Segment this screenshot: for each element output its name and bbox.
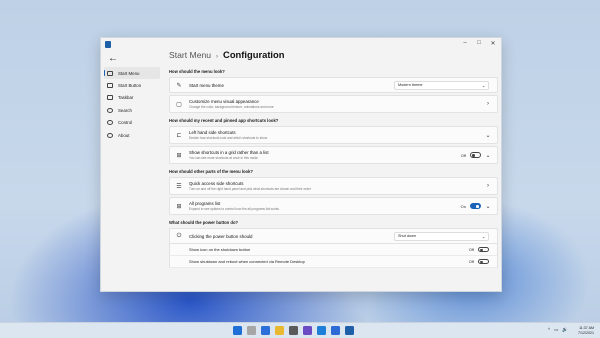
chevron-right-icon: ›	[487, 101, 489, 107]
taskbar: ^ ▭ 🔊 11:37 AM 7/12/2021	[0, 322, 600, 338]
left-hand-shortcuts-card[interactable]: ⊏ Left hand side shortcuts Decide how sho…	[169, 126, 498, 144]
remote-desktop-row: Show shutdown and reboot when connected …	[169, 256, 498, 268]
tray-chevron-icon[interactable]: ^	[548, 327, 550, 333]
quick-access-card[interactable]: ☰ Quick access side shortcuts Turn on and…	[169, 177, 498, 195]
main-content: Start Menu › Configuration How should th…	[169, 49, 498, 268]
section-heading-shortcuts: How should my recent and pinned app shor…	[169, 118, 279, 123]
power-action-dropdown[interactable]: Shut down ⌄	[394, 231, 489, 241]
chevron-down-icon: ⌄	[481, 83, 485, 88]
store-icon[interactable]	[331, 326, 340, 335]
pencil-icon: ✎	[176, 82, 182, 89]
card-title: Start menu theme	[189, 82, 224, 88]
chevron-right-icon: ›	[487, 183, 489, 189]
sidebar-nav: Start Menu Start Button Taskbar Search C…	[101, 67, 163, 141]
app-icon[interactable]	[345, 326, 354, 335]
chevron-down-icon[interactable]: ⌄	[484, 132, 492, 139]
start-button-icon[interactable]	[233, 326, 242, 335]
section-heading-other: How should other parts of the menu look?	[169, 169, 253, 174]
search-icon	[107, 107, 113, 113]
all-programs-toggle[interactable]	[470, 203, 481, 209]
start-menu-icon	[107, 70, 113, 76]
sidebar-item-search[interactable]: Search	[101, 104, 163, 116]
show-icon-row: Show icon on the shutdown button Off	[169, 244, 498, 256]
file-explorer-icon[interactable]	[275, 326, 284, 335]
clock[interactable]: 11:37 AM 7/12/2021	[578, 326, 594, 336]
network-icon[interactable]: ▭	[554, 327, 558, 333]
all-programs-card: ⊞ All programs list Expand to see options…	[169, 197, 498, 215]
clock-date: 7/12/2021	[578, 330, 594, 335]
edge-icon[interactable]	[317, 326, 326, 335]
start-menu-theme-card: ✎ Start menu theme Modern theme ⌄	[169, 77, 498, 93]
minimize-button[interactable]: –	[459, 40, 471, 46]
sidebar-item-start-button[interactable]: Start Button	[101, 79, 163, 91]
apps-grid-icon: ⊞	[176, 203, 182, 210]
shortcuts-icon: ⊏	[176, 132, 182, 139]
taskbar-apps	[233, 326, 359, 335]
grid-toggle[interactable]	[470, 152, 481, 158]
teams-icon[interactable]	[303, 326, 312, 335]
volume-icon[interactable]: 🔊	[562, 327, 568, 333]
chevron-down-icon: ⌄	[481, 234, 485, 239]
maximize-button[interactable]: □	[473, 40, 485, 46]
control-icon	[107, 120, 113, 126]
show-icon-toggle[interactable]	[478, 246, 489, 253]
start-button-icon	[107, 83, 113, 89]
close-button[interactable]: ✕	[487, 40, 499, 47]
sidebar-item-about[interactable]: About	[101, 129, 163, 141]
list-icon: ☰	[176, 183, 182, 190]
taskbar-icon	[107, 95, 113, 101]
chevron-down-icon[interactable]: ⌄	[484, 203, 492, 210]
back-arrow-icon[interactable]: ←	[108, 53, 118, 64]
task-view-icon[interactable]	[261, 326, 270, 335]
section-heading-look: How should the menu look?	[169, 69, 225, 74]
page-title: Configuration	[223, 49, 285, 60]
system-tray: ^ ▭ 🔊	[544, 327, 568, 333]
power-button-card: ⏻ Clicking the power button should Shut …	[169, 228, 498, 244]
breadcrumb: Start Menu › Configuration	[169, 49, 498, 64]
grid-shortcuts-card: ⊞ Show shortcuts in a grid rather than a…	[169, 146, 498, 164]
app-icon	[105, 41, 111, 48]
chevron-down-icon[interactable]: ⌄	[484, 152, 492, 159]
power-icon: ⏻	[176, 232, 182, 239]
remote-desktop-toggle[interactable]	[478, 258, 489, 265]
grid-icon: ⊞	[176, 152, 182, 159]
theme-dropdown[interactable]: Modern theme ⌄	[394, 80, 489, 90]
settings-window: – □ ✕ ← Start Menu Start Button Taskbar …	[100, 37, 502, 292]
settings-icon[interactable]	[289, 326, 298, 335]
toggle-state-label: On	[460, 203, 466, 209]
sidebar-item-control[interactable]: Control	[101, 117, 163, 129]
breadcrumb-parent[interactable]: Start Menu	[169, 50, 211, 60]
breadcrumb-separator: ›	[216, 54, 219, 60]
sidebar-item-taskbar[interactable]: Taskbar	[101, 92, 163, 104]
section-heading-power: What should the power button do?	[169, 220, 239, 225]
appearance-icon: ▢	[176, 101, 182, 108]
customize-appearance-card[interactable]: ▢ Customize menu visual appearance Change…	[169, 95, 498, 113]
toggle-state-label: Off	[460, 152, 466, 158]
about-icon	[107, 132, 113, 138]
sidebar-item-start-menu[interactable]: Start Menu	[104, 67, 160, 80]
search-icon[interactable]	[247, 326, 256, 335]
